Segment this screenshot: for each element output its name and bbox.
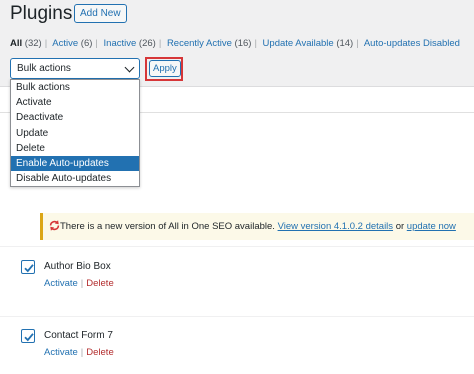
filter-auto-updates-disabled[interactable]: Auto-updates Disabled [364, 38, 460, 49]
row-divider [0, 316, 474, 317]
add-new-button[interactable]: Add New [74, 4, 127, 23]
activate-link[interactable]: Activate [44, 347, 78, 358]
bulk-actions-dropdown: Bulk actions Activate Deactivate Update … [10, 79, 140, 187]
filter-update-available[interactable]: Update Available (14) [263, 38, 354, 49]
apply-button[interactable]: Apply [149, 60, 181, 77]
filter-inactive[interactable]: Inactive (26) [104, 38, 156, 49]
option-activate[interactable]: Activate [11, 95, 139, 110]
delete-link[interactable]: Delete [86, 278, 113, 289]
update-notice-text: There is a new version of All in One SEO… [60, 221, 456, 232]
update-now-link[interactable]: update now [407, 221, 456, 232]
option-disable-auto-updates[interactable]: Disable Auto-updates [11, 171, 139, 186]
plugin-status-filters: All (32) | Active (6) | Inactive (26) | Rec… [10, 38, 460, 49]
bulk-actions-select[interactable]: Bulk actions [10, 58, 140, 79]
plugin-checkbox-contact-form-7[interactable] [21, 329, 35, 343]
chevron-down-icon [124, 62, 135, 73]
option-bulk-actions[interactable]: Bulk actions [11, 80, 139, 95]
row-divider [0, 246, 474, 247]
option-enable-auto-updates[interactable]: Enable Auto-updates [11, 155, 139, 172]
plugin-row-actions: Activate | Delete [44, 347, 114, 358]
filter-recently-active[interactable]: Recently Active (16) [167, 38, 252, 49]
filter-all[interactable]: All (32) [10, 38, 42, 49]
filter-active[interactable]: Active (6) [52, 38, 92, 49]
bulk-actions-selected: Bulk actions [17, 63, 71, 74]
checkmark-icon [24, 333, 34, 342]
plugin-name: Contact Form 7 [44, 330, 113, 341]
activate-link[interactable]: Activate [44, 278, 78, 289]
view-details-link[interactable]: View version 4.1.0.2 details [278, 221, 393, 232]
option-deactivate[interactable]: Deactivate [11, 110, 139, 125]
checkmark-icon [24, 264, 34, 273]
plugin-checkbox-author-bio-box[interactable] [21, 260, 35, 274]
option-delete[interactable]: Delete [11, 141, 139, 156]
delete-link[interactable]: Delete [86, 347, 113, 358]
plugin-row-actions: Activate | Delete [44, 278, 114, 289]
option-update[interactable]: Update [11, 126, 139, 141]
plugin-name: Author Bio Box [44, 261, 111, 272]
page-title: Plugins [10, 3, 73, 24]
